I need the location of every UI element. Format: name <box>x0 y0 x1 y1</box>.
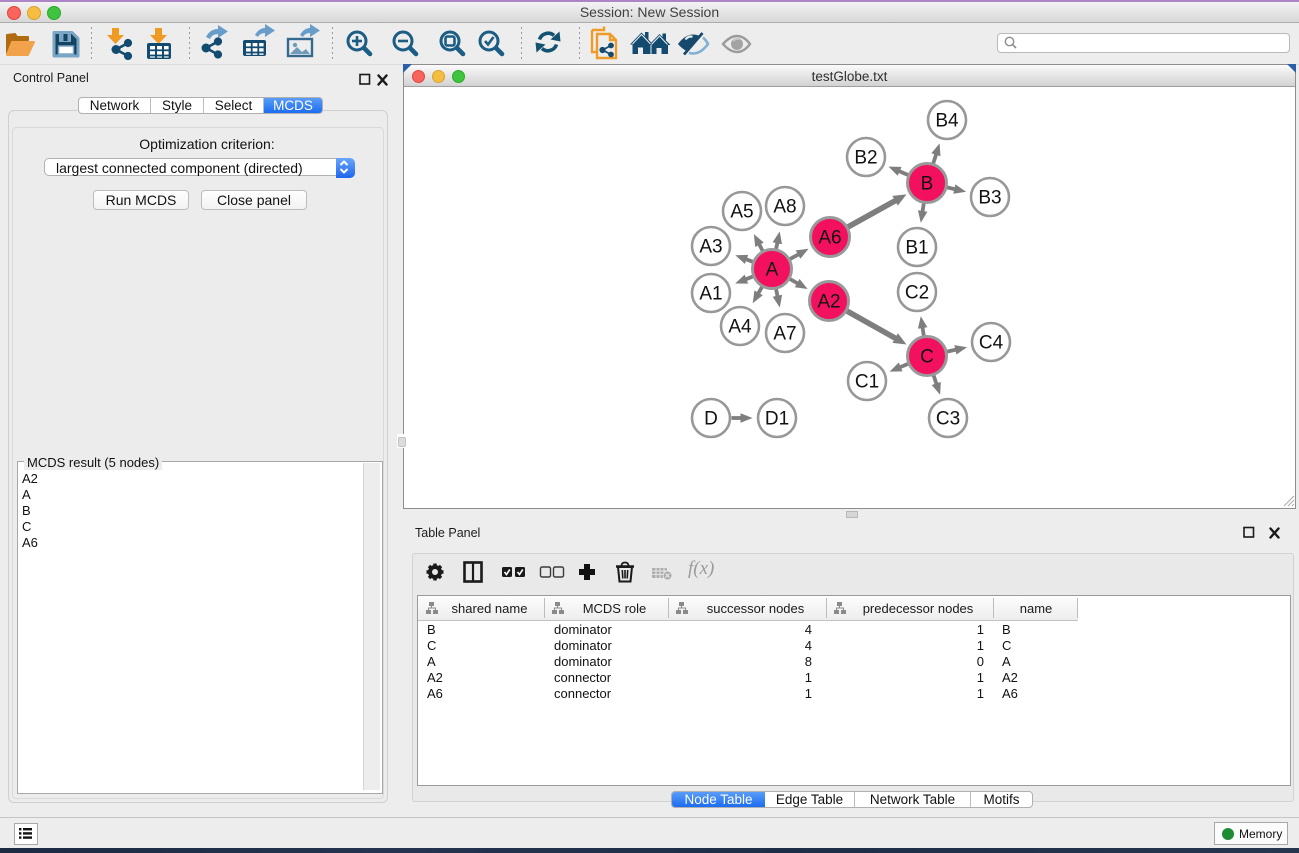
svg-text:A2: A2 <box>817 292 840 313</box>
svg-text:C3: C3 <box>936 409 960 430</box>
svg-text:A8: A8 <box>773 197 796 218</box>
svg-text:D: D <box>704 409 718 430</box>
svg-text:B: B <box>921 174 934 195</box>
svg-text:A6: A6 <box>818 228 841 249</box>
svg-text:A: A <box>766 260 779 281</box>
svg-text:A3: A3 <box>699 237 722 258</box>
svg-text:C: C <box>920 347 934 368</box>
svg-text:A1: A1 <box>699 284 722 305</box>
svg-text:C4: C4 <box>979 333 1004 354</box>
svg-text:D1: D1 <box>765 409 789 430</box>
svg-text:A5: A5 <box>730 202 753 223</box>
svg-text:B2: B2 <box>854 148 877 169</box>
svg-text:A4: A4 <box>728 317 752 338</box>
svg-text:B4: B4 <box>935 111 959 132</box>
svg-text:B3: B3 <box>978 188 1001 209</box>
svg-text:C1: C1 <box>855 372 879 393</box>
svg-text:B1: B1 <box>905 238 928 259</box>
svg-text:C2: C2 <box>905 283 929 304</box>
svg-text:A7: A7 <box>773 324 796 345</box>
